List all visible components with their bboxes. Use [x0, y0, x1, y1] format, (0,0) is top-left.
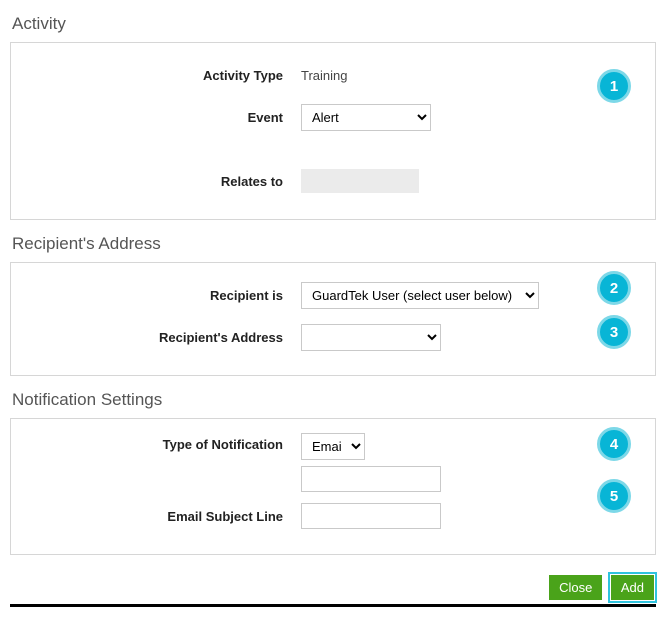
- label-email-subject: Email Subject Line: [21, 509, 301, 524]
- select-recipient-address[interactable]: [301, 324, 441, 351]
- panel-activity: 1 Activity Type Training Event Alert Rel…: [10, 42, 656, 220]
- label-event: Event: [21, 110, 301, 125]
- section-title-notification: Notification Settings: [12, 390, 654, 410]
- select-notification-type[interactable]: Email: [301, 433, 365, 460]
- input-notification-extra[interactable]: [301, 466, 441, 492]
- label-notification-type: Type of Notification: [21, 433, 301, 452]
- label-activity-type: Activity Type: [21, 68, 301, 83]
- panel-recipient: 2 3 Recipient is GuardTek User (select u…: [10, 262, 656, 376]
- label-recipient-address: Recipient's Address: [21, 330, 301, 345]
- close-button[interactable]: Close: [549, 575, 602, 600]
- step-badge-1: 1: [597, 69, 631, 103]
- add-button[interactable]: Add: [611, 575, 654, 600]
- step-badge-4: 4: [597, 427, 631, 461]
- step-badge-5: 5: [597, 479, 631, 513]
- select-event[interactable]: Alert: [301, 104, 431, 131]
- section-title-recipient: Recipient's Address: [12, 234, 654, 254]
- step-badge-2: 2: [597, 271, 631, 305]
- value-activity-type: Training: [301, 68, 347, 83]
- label-relates-to: Relates to: [21, 174, 301, 189]
- footer-actions: Close Add: [10, 569, 656, 607]
- input-email-subject[interactable]: [301, 503, 441, 529]
- label-recipient-is: Recipient is: [21, 288, 301, 303]
- select-recipient-is[interactable]: GuardTek User (select user below): [301, 282, 539, 309]
- step-badge-3: 3: [597, 315, 631, 349]
- relates-to-placeholder: [301, 169, 419, 193]
- panel-notification: 4 5 Type of Notification Email Email Sub…: [10, 418, 656, 555]
- section-title-activity: Activity: [12, 14, 654, 34]
